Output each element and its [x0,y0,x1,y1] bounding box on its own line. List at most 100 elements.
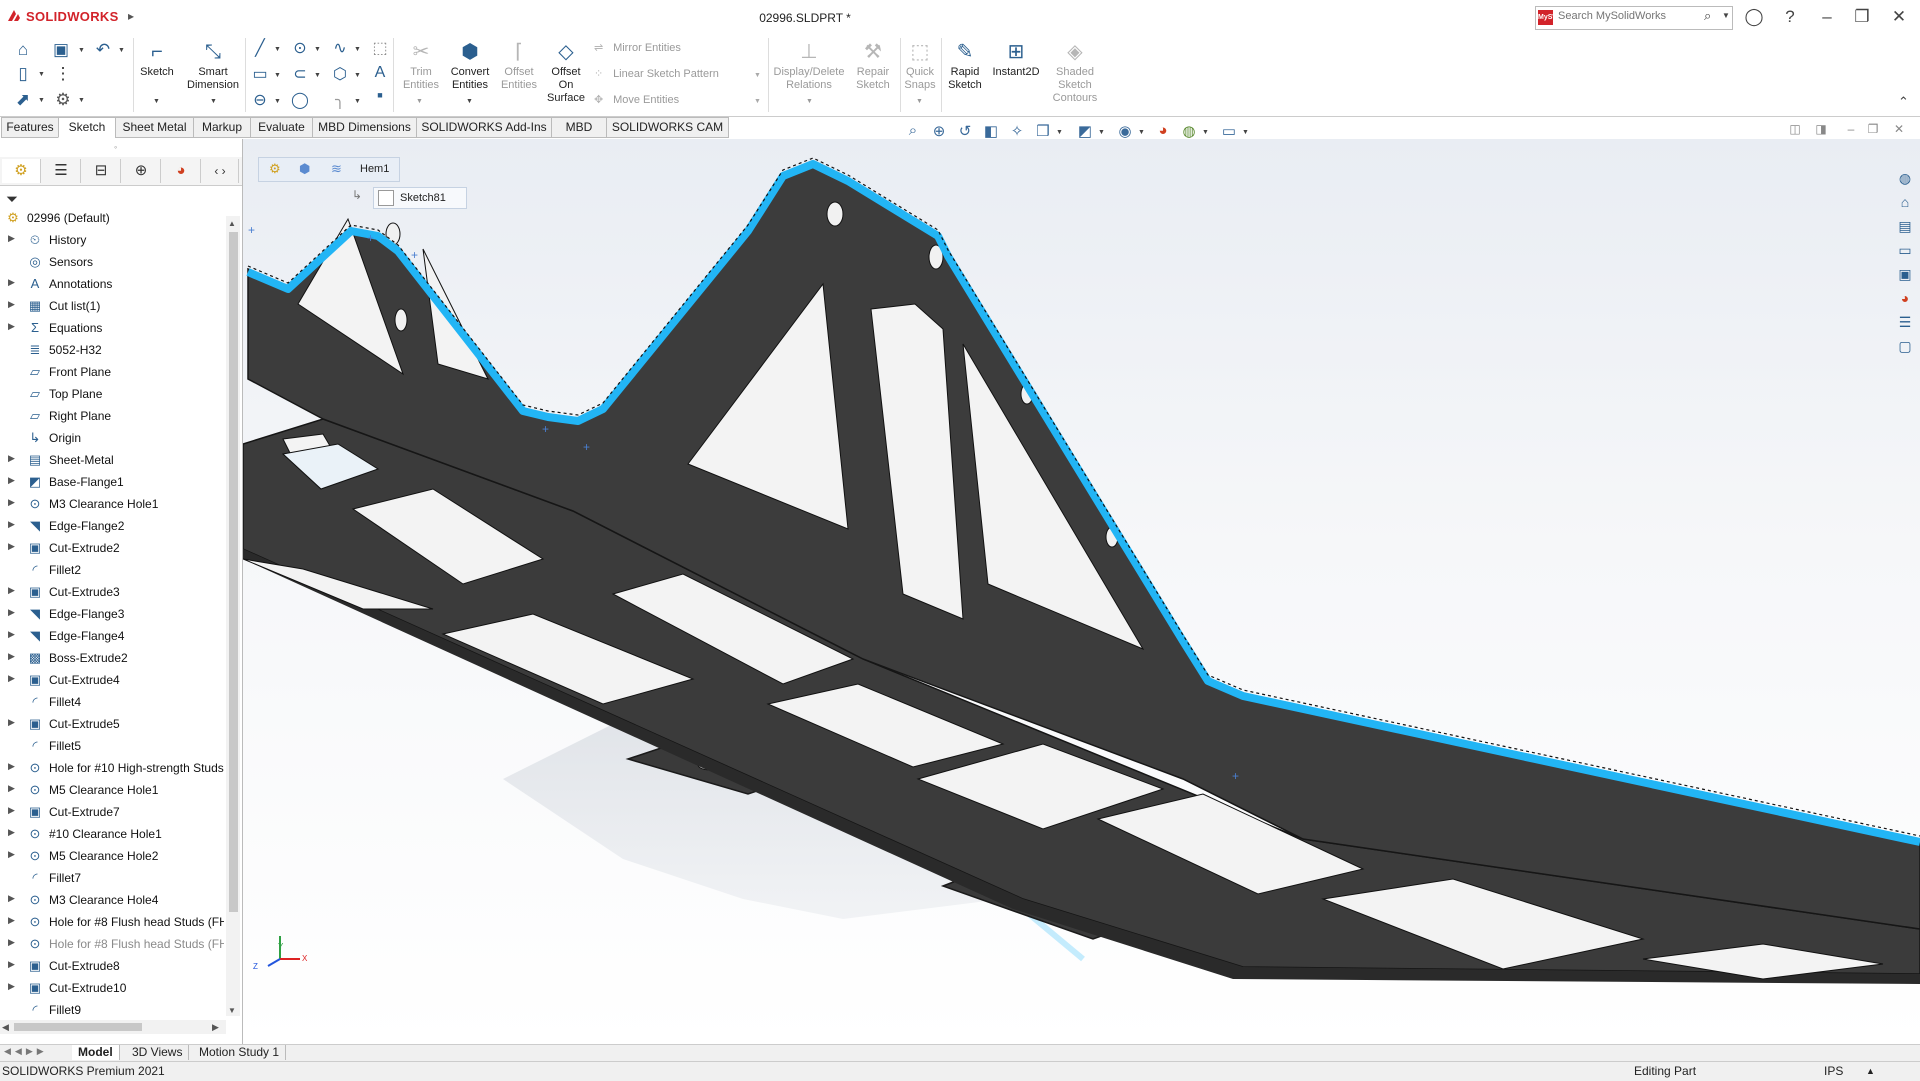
scroll-up-icon[interactable]: ▲ [228,219,236,228]
apply-scene-dropdown-icon[interactable]: ▼ [1202,129,1209,136]
home-icon[interactable]: ⌂ [12,40,34,60]
decals-icon[interactable]: ◕ [1895,288,1915,308]
expand-arrow-icon[interactable]: ▶ [8,541,15,552]
hide-show-items-icon[interactable]: ◉ [1114,122,1136,140]
tree-item[interactable]: ▶ Σ Equations [0,317,226,339]
polygon-dropdown-icon[interactable]: ▼ [354,72,361,79]
view-settings-dropdown-icon[interactable]: ▼ [1242,129,1249,136]
search-input[interactable] [1558,10,1698,22]
undo-dropdown-icon[interactable]: ▼ [118,47,125,54]
viewport-collapse-left-icon[interactable]: ◫ [1786,122,1804,136]
tree-item[interactable]: ◜ Fillet9 [0,999,226,1021]
tree-item[interactable]: ▶ ⏲ History [0,229,226,251]
tree-item[interactable]: ▶ ⊙ M5 Clearance Hole2 [0,845,226,867]
offset-entities-button[interactable]: ⌈ Offset Entities [496,40,542,92]
relations-dropdown-icon[interactable]: ▼ [806,98,813,105]
restore-icon[interactable]: ❐ [1850,7,1874,27]
tree-item[interactable]: ↳ Origin [0,427,226,449]
forum-icon[interactable]: ▢ [1895,336,1915,356]
custom-properties-icon[interactable]: ☰ [1895,312,1915,332]
point-icon[interactable]: ■ [370,90,390,100]
slot-icon[interactable]: ⊂ [290,64,310,84]
expand-arrow-icon[interactable]: ▶ [8,277,15,288]
tree-item[interactable]: ▶ ▣ Cut-Extrude2 [0,537,226,559]
tree-item[interactable]: ▶ ▣ Cut-Extrude3 [0,581,226,603]
expand-arrow-icon[interactable]: ▶ [8,453,15,464]
expand-arrow-icon[interactable]: ▶ [8,937,15,948]
tree-item[interactable]: ▶ ▤ Sheet-Metal [0,449,226,471]
select-dropdown-icon[interactable]: ▼ [38,97,45,104]
new-dropdown-icon[interactable]: ▼ [38,71,45,78]
tree-item[interactable]: ▶ ▣ Cut-Extrude5 [0,713,226,735]
tree-item[interactable]: ▶ ◥ Edge-Flange2 [0,515,226,537]
file-explorer-icon[interactable]: ▤ [1895,216,1915,236]
slot-straight-dropdown-icon[interactable]: ▼ [274,98,281,105]
dimxpert-tab-icon[interactable]: ⊕ [122,159,161,183]
expand-arrow-icon[interactable]: ▶ [8,717,15,728]
tree-item[interactable]: ◜ Fillet2 [0,559,226,581]
units-up-icon[interactable]: ▲ [1866,1062,1875,1081]
tree-item[interactable]: ≣ 5052-H32 [0,339,226,361]
expand-arrow-icon[interactable]: ▶ [8,519,15,530]
expand-arrow-icon[interactable]: ▶ [8,629,15,640]
options-gear-icon[interactable]: ⚙ [52,90,74,110]
tree-item[interactable]: ▶ ⊙ M3 Clearance Hole4 [0,889,226,911]
filter-icon[interactable]: ⏷ [6,191,18,208]
smart-dimension-dropdown-icon[interactable]: ▼ [210,98,217,105]
tab-markup[interactable]: Markup [193,117,251,138]
tab-solidworks-cam[interactable]: SOLIDWORKS CAM [606,117,729,138]
search-dropdown-icon[interactable]: ▼ [1722,11,1730,20]
new-document-icon[interactable]: ▯ [12,64,34,84]
sketch-button[interactable]: ⌐ Sketch [138,40,176,79]
dynamic-annotation-icon[interactable]: ✧ [1006,122,1028,140]
help-icon[interactable]: ? [1778,7,1802,27]
design-library-icon[interactable]: ⌂ [1895,192,1915,212]
scroll-right-icon[interactable]: ▶ [212,1022,219,1033]
expand-arrow-icon[interactable]: ▶ [8,607,15,618]
expand-arrow-icon[interactable]: ▶ [8,475,15,486]
fillet-sketch-icon[interactable]: ╮ [330,90,350,110]
solidworks-resources-icon[interactable]: ◍ [1895,168,1915,188]
tree-item[interactable]: ◜ Fillet7 [0,867,226,889]
select-icon[interactable]: ⬈ [12,90,34,110]
convert-entities-button[interactable]: ⬢ Convert Entities [446,40,494,92]
save-dropdown-icon[interactable]: ▼ [78,47,85,54]
viewport-restore-icon[interactable]: ❐ [1864,122,1882,136]
display-style-icon[interactable]: ◩ [1074,122,1096,140]
tree-item[interactable]: ◎ Sensors [0,251,226,273]
tree-item[interactable]: ▶ A Annotations [0,273,226,295]
expand-arrow-icon[interactable]: ▶ [8,783,15,794]
display-delete-relations-button[interactable]: ⊥ Display/Delete Relations [772,40,846,92]
zoom-to-area-icon[interactable]: ⊕ [928,122,950,140]
ellipse-icon[interactable]: ◯ [290,90,310,110]
tab-solidworks-add-ins[interactable]: SOLIDWORKS Add-Ins [416,117,552,138]
expand-arrow-icon[interactable]: ▶ [8,299,15,310]
repair-sketch-button[interactable]: ⚒ Repair Sketch [850,40,896,92]
appearances-icon[interactable]: ▣ [1895,264,1915,284]
tab-features[interactable]: Features [1,117,59,138]
tree-root[interactable]: ⚙ 02996 (Default) [0,207,226,229]
spline-dropdown-icon[interactable]: ▼ [354,46,361,53]
traffic-light-icon[interactable]: ⋮ [52,64,74,84]
tab-mbd[interactable]: MBD [551,117,607,138]
slot-dropdown-icon[interactable]: ▼ [314,72,321,79]
tree-item[interactable]: ◜ Fillet4 [0,691,226,713]
shaded-sketch-contours-button[interactable]: ◈ Shaded Sketch Contours [1048,40,1102,105]
tab-3d-views[interactable]: 3D Views [126,1045,190,1060]
view-orientation-icon[interactable]: ❒ [1032,122,1054,140]
previous-view-icon[interactable]: ↺ [954,122,976,140]
quick-snaps-button[interactable]: ⬚ Quick Snaps [902,40,938,92]
tree-item[interactable]: ▱ Top Plane [0,383,226,405]
scroll-left-icon[interactable]: ◀ [2,1022,9,1033]
offset-on-surface-button[interactable]: ◇ Offset On Surface [544,40,588,105]
tree-item[interactable]: ▶ ⊙ Hole for #8 Flush head Studs (FH, [0,933,226,955]
tab-mbd-dimensions[interactable]: MBD Dimensions [312,117,417,138]
hide-show-dropdown-icon[interactable]: ▼ [1138,129,1145,136]
tree-item[interactable]: ▶ ⊙ Hole for #10 High-strength Studs [0,757,226,779]
search-icon[interactable]: ⌕ [1704,8,1711,24]
collapse-ribbon-icon[interactable]: ⌃ [1898,94,1909,110]
expand-arrow-icon[interactable]: ▶ [8,981,15,992]
tab-evaluate[interactable]: Evaluate [250,117,313,138]
expand-arrow-icon[interactable]: ▶ [8,651,15,662]
save-icon[interactable]: ▣ [50,40,72,60]
